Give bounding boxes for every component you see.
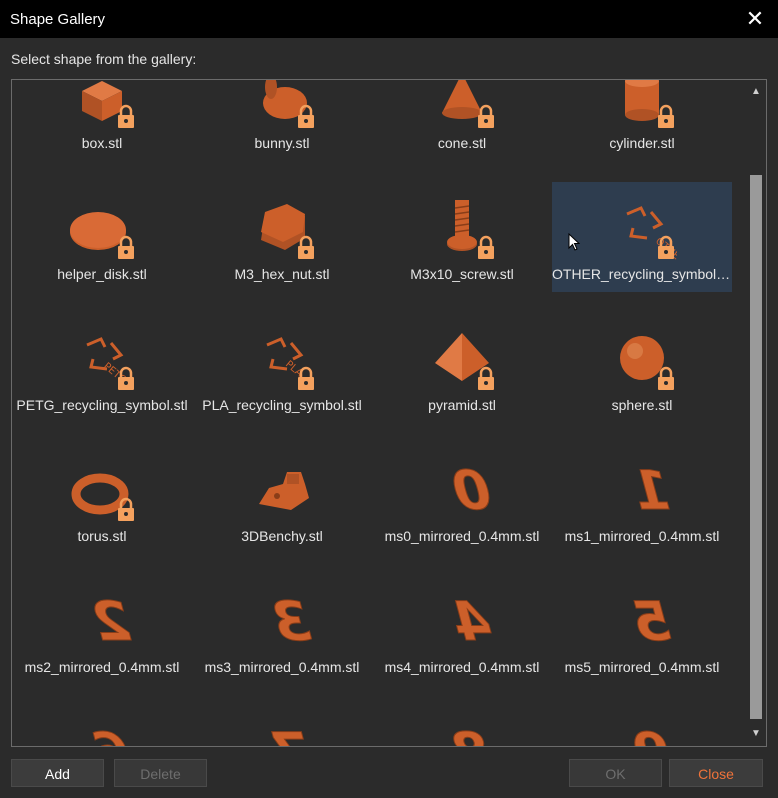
svg-text:3: 3 <box>265 590 317 653</box>
gallery-item-label: ms4_mirrored_0.4mm.stl <box>384 659 540 675</box>
shape-thumbnail: 2 <box>67 585 137 655</box>
close-icon[interactable]: ✕ <box>740 4 770 34</box>
gallery-item-label: box.stl <box>81 135 123 151</box>
gallery-item[interactable]: M3x10_screw.stl <box>372 182 552 292</box>
shape-thumbnail: 4 <box>427 585 497 655</box>
gallery-item[interactable]: PETG PETG_recycling_symbol.stl <box>12 313 192 423</box>
gallery-item-label: torus.stl <box>77 528 127 544</box>
add-button[interactable]: Add <box>11 759 104 787</box>
gallery-item[interactable]: bunny.stl <box>192 80 372 161</box>
shape-thumbnail <box>247 454 317 524</box>
gallery-item[interactable]: cone.stl <box>372 80 552 161</box>
svg-text:1: 1 <box>625 459 677 522</box>
gallery-item[interactable]: 7ms7_mirrored_0.4mm.stl <box>192 706 372 747</box>
svg-text:9: 9 <box>625 721 677 747</box>
gallery-item[interactable]: sphere.stl <box>552 313 732 423</box>
delete-button[interactable]: Delete <box>114 759 207 787</box>
gallery-item[interactable]: torus.stl <box>12 444 192 554</box>
shape-thumbnail: 8 <box>427 716 497 747</box>
lock-icon <box>475 234 497 260</box>
lock-icon <box>115 365 137 391</box>
shape-thumbnail: 1 <box>607 454 677 524</box>
gallery-item[interactable]: 3 ms3_mirrored_0.4mm.stl <box>192 575 372 685</box>
shape-thumbnail: 3 <box>247 585 317 655</box>
lock-icon <box>115 496 137 522</box>
gallery-item[interactable]: 4 ms4_mirrored_0.4mm.stl <box>372 575 552 685</box>
svg-text:7: 7 <box>265 721 317 747</box>
lock-icon <box>115 103 137 129</box>
gallery-prompt: Select shape from the gallery: <box>11 51 197 67</box>
shape-gallery[interactable]: box.stl bunny.stl cone.stl cylinder.stl help… <box>11 79 767 747</box>
gallery-item-label: ms3_mirrored_0.4mm.stl <box>204 659 360 675</box>
shape-thumbnail: 6 <box>67 716 137 747</box>
gallery-item[interactable]: 0 ms0_mirrored_0.4mm.stl <box>372 444 552 554</box>
title-bar: Shape Gallery ✕ <box>0 0 778 38</box>
svg-text:6: 6 <box>85 721 137 747</box>
gallery-item-label: ms1_mirrored_0.4mm.stl <box>564 528 720 544</box>
gallery-item[interactable]: 1 ms1_mirrored_0.4mm.stl <box>552 444 732 554</box>
lock-icon <box>295 365 317 391</box>
shape-thumbnail: 0 <box>427 454 497 524</box>
window-title: Shape Gallery <box>10 11 106 28</box>
svg-text:8: 8 <box>445 721 497 747</box>
svg-text:5: 5 <box>625 590 677 653</box>
gallery-item-label: OTHER_recycling_symbol.stl <box>552 266 732 282</box>
svg-text:4: 4 <box>445 590 497 653</box>
gallery-item-label: ms0_mirrored_0.4mm.stl <box>384 528 540 544</box>
lock-icon <box>655 365 677 391</box>
lock-icon <box>295 234 317 260</box>
gallery-item[interactable]: cylinder.stl <box>552 80 732 161</box>
lock-icon <box>475 103 497 129</box>
lock-icon <box>655 103 677 129</box>
gallery-item-label: ms5_mirrored_0.4mm.stl <box>564 659 720 675</box>
gallery-item[interactable]: PLA PLA_recycling_symbol.stl <box>192 313 372 423</box>
lock-icon <box>655 234 677 260</box>
gallery-item-label: 3DBenchy.stl <box>241 528 323 544</box>
gallery-item[interactable]: 5 ms5_mirrored_0.4mm.stl <box>552 575 732 685</box>
gallery-item-label: ms2_mirrored_0.4mm.stl <box>24 659 180 675</box>
gallery-item[interactable]: helper_disk.stl <box>12 182 192 292</box>
gallery-item-label: sphere.stl <box>611 397 673 413</box>
chevron-up-icon[interactable]: ▲ <box>750 86 762 98</box>
gallery-item-label: PLA_recycling_symbol.stl <box>202 397 362 413</box>
gallery-item[interactable]: 8ms8_mirrored_0.4mm.stl <box>372 706 552 747</box>
chevron-down-icon[interactable]: ▼ <box>750 728 762 740</box>
shape-thumbnail: 9 <box>607 716 677 747</box>
mouse-cursor-icon <box>568 233 580 251</box>
gallery-item-label: cone.stl <box>437 135 487 151</box>
gallery-item-label: helper_disk.stl <box>57 266 147 282</box>
vertical-scrollbar[interactable]: ▲ ▼ <box>746 80 766 746</box>
gallery-item[interactable]: 6ms6_mirrored_0.4mm.stl <box>12 706 192 747</box>
lock-icon <box>295 103 317 129</box>
gallery-item[interactable]: M3_hex_nut.stl <box>192 182 372 292</box>
lock-icon <box>475 365 497 391</box>
shape-thumbnail: 5 <box>607 585 677 655</box>
svg-text:2: 2 <box>85 590 137 653</box>
ok-button[interactable]: OK <box>569 759 662 787</box>
shape-thumbnail: 7 <box>247 716 317 747</box>
lock-icon <box>115 234 137 260</box>
gallery-item-label: M3x10_screw.stl <box>410 266 514 282</box>
scrollbar-thumb[interactable] <box>750 175 762 719</box>
gallery-item[interactable]: 2 ms2_mirrored_0.4mm.stl <box>12 575 192 685</box>
gallery-item-label: M3_hex_nut.stl <box>234 266 330 282</box>
gallery-item-label: pyramid.stl <box>428 397 496 413</box>
gallery-item-label: cylinder.stl <box>609 135 675 151</box>
gallery-item-label: bunny.stl <box>254 135 310 151</box>
close-button[interactable]: Close <box>669 759 763 787</box>
gallery-item[interactable]: 3DBenchy.stl <box>192 444 372 554</box>
gallery-item[interactable]: pyramid.stl <box>372 313 552 423</box>
gallery-item-label: PETG_recycling_symbol.stl <box>16 397 188 413</box>
gallery-item[interactable]: box.stl <box>12 80 192 161</box>
gallery-item[interactable]: 9ms9_mirrored_0.4mm.stl <box>552 706 732 747</box>
svg-text:0: 0 <box>445 459 497 522</box>
